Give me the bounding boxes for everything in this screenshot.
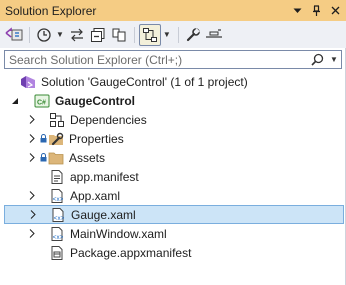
back-forward-icon[interactable] (67, 24, 87, 46)
tree-item-label: Assets (69, 150, 106, 165)
tree-item-label: Gauge.xaml (71, 207, 136, 222)
xaml-icon: <x> (50, 207, 66, 223)
toolbar: ▼ ▼ (0, 21, 346, 48)
lock-icon (38, 153, 48, 162)
switch-views-icon[interactable] (4, 24, 24, 46)
solution-icon (20, 74, 36, 90)
solution-explorer-pane: Solution Explorer ▼ ▼ Search Solution Ex… (0, 0, 346, 285)
expanded-arrow-icon[interactable] (10, 96, 20, 106)
history-dropdown-icon[interactable]: ▼ (56, 30, 64, 39)
tree-item-label: app.manifest (70, 169, 139, 184)
tree-item-label: Properties (69, 131, 124, 146)
properties-icon (48, 131, 64, 147)
chevron-down-icon[interactable] (289, 2, 306, 19)
svg-text:<x>: <x> (53, 234, 64, 241)
project-node[interactable]: C# GaugeControl (0, 91, 346, 110)
sync-dropdown-icon[interactable]: ▼ (163, 30, 171, 39)
tree-item-label: App.xaml (70, 188, 121, 203)
tree-item-app-xaml[interactable]: <x> App.xaml (0, 186, 346, 205)
pane-title: Solution Explorer (5, 3, 97, 18)
csharp-project-icon: C# (34, 93, 50, 109)
package-icon (49, 245, 65, 261)
xaml-icon: <x> (49, 188, 65, 204)
lock-icon (38, 134, 48, 143)
preview-selected-icon[interactable] (204, 24, 224, 46)
show-all-files-icon[interactable] (109, 24, 129, 46)
svg-text:<x>: <x> (54, 215, 65, 222)
close-icon[interactable] (327, 2, 344, 19)
svg-text:C#: C# (37, 99, 46, 106)
solution-node[interactable]: Solution 'GaugeControl' (1 of 1 project) (0, 72, 346, 91)
search-icon[interactable] (307, 53, 327, 66)
manifest-icon (49, 169, 65, 185)
collapsed-arrow-icon[interactable] (27, 229, 37, 239)
tree-item-app-manifest[interactable]: app.manifest (0, 167, 346, 186)
dependencies-icon (49, 112, 65, 128)
collapsed-arrow-icon[interactable] (28, 210, 38, 220)
solution-label: Solution 'GaugeControl' (1 of 1 project) (41, 74, 248, 89)
pin-icon[interactable] (308, 2, 325, 19)
project-label: GaugeControl (55, 93, 135, 108)
collapsed-arrow-icon[interactable] (27, 191, 37, 201)
svg-text:<x>: <x> (53, 196, 64, 203)
search-placeholder: Search Solution Explorer (Ctrl+;) (9, 52, 183, 67)
collapsed-arrow-icon[interactable] (27, 115, 37, 125)
tree-item-mainwindow-xaml[interactable]: <x> MainWindow.xaml (0, 224, 346, 243)
folder-icon (48, 150, 64, 166)
tree-item-properties[interactable]: Properties (0, 129, 346, 148)
tree-item-gauge-xaml[interactable]: <x> Gauge.xaml (4, 205, 344, 224)
search-input[interactable]: Search Solution Explorer (Ctrl+;) ▼ (4, 50, 342, 69)
history-icon[interactable] (34, 24, 54, 46)
tree-item-label: Dependencies (70, 112, 147, 127)
search-options-dropdown-icon[interactable]: ▼ (327, 55, 341, 64)
tree-item-label: MainWindow.xaml (70, 226, 167, 241)
tree-item-dependencies[interactable]: Dependencies (0, 110, 346, 129)
title-bar: Solution Explorer (0, 0, 346, 21)
properties-wrench-icon[interactable] (183, 24, 203, 46)
tree-item-label: Package.appxmanifest (70, 245, 192, 260)
tree-item-package-appxmanifest[interactable]: Package.appxmanifest (0, 243, 346, 262)
collapsed-arrow-icon[interactable] (27, 153, 37, 163)
collapsed-arrow-icon[interactable] (27, 134, 37, 144)
sync-active-doc-icon[interactable] (138, 23, 161, 46)
xaml-icon: <x> (49, 226, 65, 242)
tree-item-assets[interactable]: Assets (0, 148, 346, 167)
collapse-all-icon[interactable] (88, 24, 108, 46)
